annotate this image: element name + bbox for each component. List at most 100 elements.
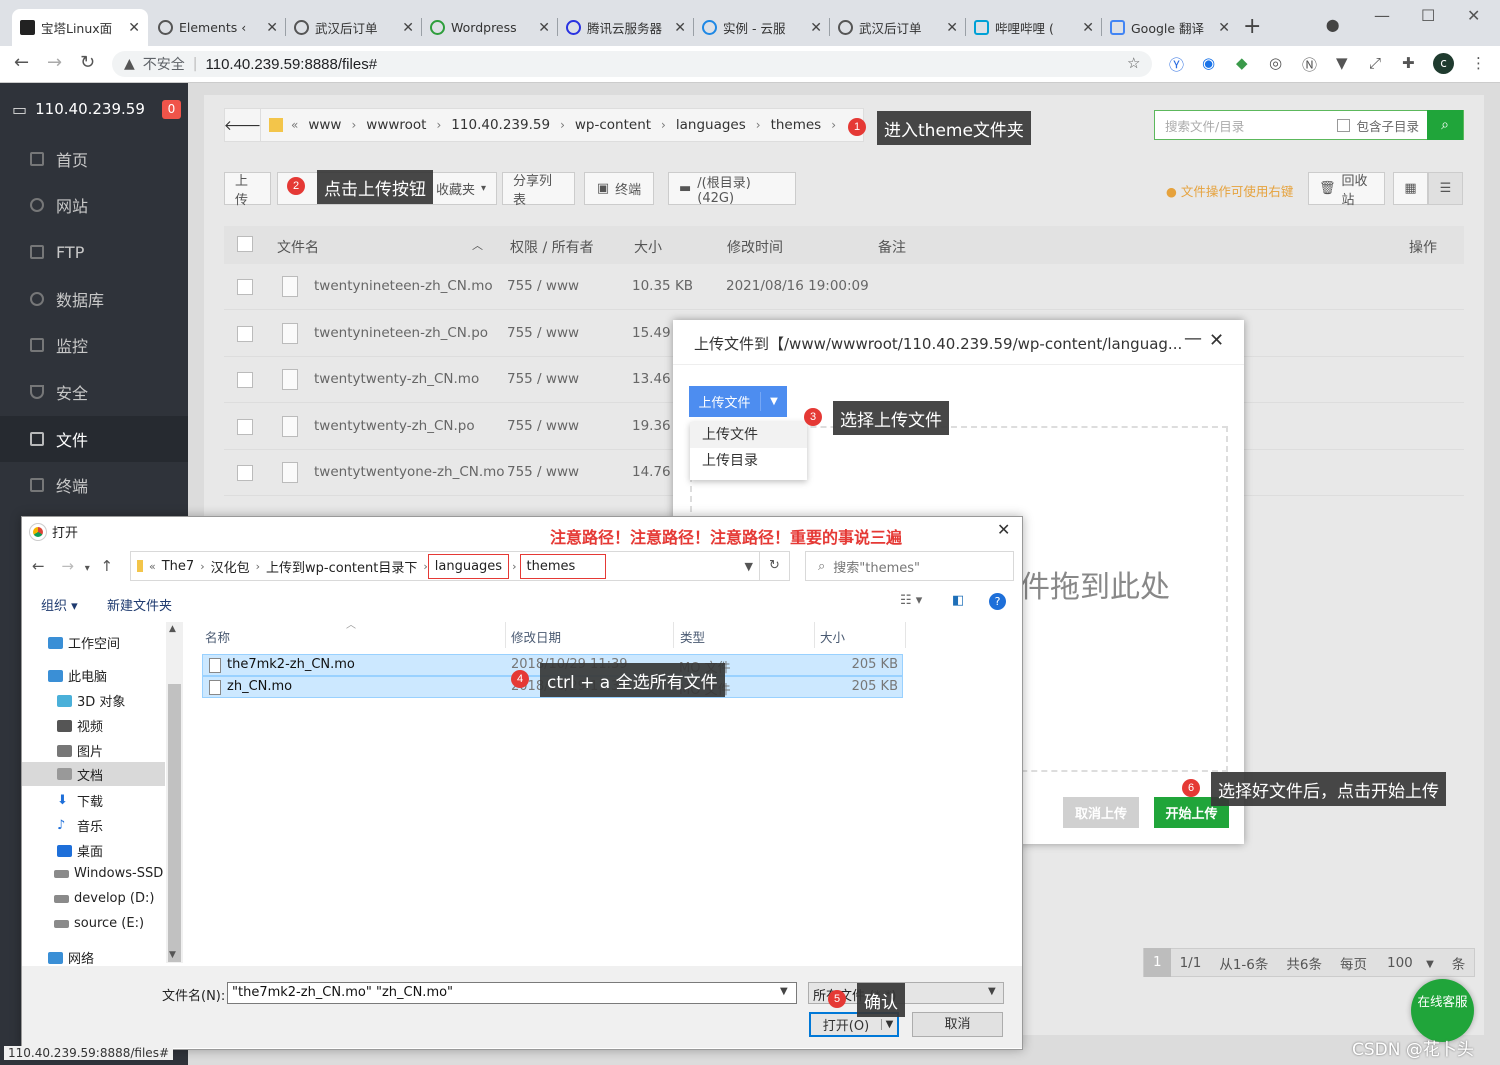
back-arrow-icon[interactable]: ← [32,557,45,575]
upload-file-button[interactable]: 上传文件 ▼ [689,386,787,417]
breadcrumb-segment[interactable]: languages [666,117,756,133]
column-date[interactable]: 修改日期 [511,627,561,646]
scroll-down-icon[interactable]: ▼ [169,950,176,960]
bookmark-star-icon[interactable]: ☆ [1127,54,1140,72]
row-checkbox[interactable] [237,279,253,295]
chevron-down-icon[interactable]: ▼ [988,986,996,997]
browser-tab[interactable]: 实例 - 云服 ✕ [694,9,830,46]
breadcrumb-segment[interactable]: themes [761,117,832,133]
address-bar[interactable]: ▲ 不安全 | 110.40.239.59:8888/files# [112,51,1152,77]
chevron-down-icon[interactable]: ▼ [761,396,787,407]
more-menu-icon[interactable]: ⋮ [1471,54,1486,72]
table-row[interactable]: twentynineteen-zh_CN.mo 755 / www 10.35 KB… [224,264,1464,310]
include-subdir-checkbox[interactable] [1337,118,1351,132]
up-arrow-icon[interactable]: ↑ [101,557,114,575]
double-chevron-left-icon[interactable]: « [291,118,298,132]
filename-input[interactable]: "the7mk2-zh_CN.mo" "zh_CN.mo" [227,982,797,1004]
extension-icon[interactable]: ◆ [1236,54,1248,72]
close-icon[interactable]: ✕ [128,20,140,36]
tree-item-drive-e[interactable]: source (E:) [54,916,144,931]
tree-item-music[interactable]: ♪ 音乐 [57,816,103,835]
current-page[interactable]: 1 [1144,948,1171,977]
sidebar-item-database[interactable]: 数据库 [0,276,188,322]
refresh-icon[interactable]: ↻ [759,552,789,580]
puzzle-icon[interactable]: ✚ [1402,54,1415,72]
close-icon[interactable]: ✕ [1209,330,1224,351]
chevron-down-icon[interactable]: ▼ [780,986,788,997]
path-segment-languages[interactable]: languages [427,553,510,579]
close-window-button[interactable]: ✕ [1467,6,1480,25]
close-icon[interactable]: ✕ [810,20,822,36]
close-icon[interactable]: ✕ [997,520,1010,539]
view-options-icon[interactable]: ☷ ▾ [900,593,922,608]
reload-icon[interactable]: ↻ [80,52,95,73]
column-name[interactable]: 文件名 [277,237,319,257]
minimize-window-button[interactable]: — [1374,6,1390,25]
extension-icon[interactable]: ◎ [1269,54,1282,72]
column-name[interactable]: 名称 [205,627,230,646]
select-all-checkbox[interactable] [237,236,253,252]
browser-tab[interactable]: Elements ‹ ✕ [150,9,286,46]
sidebar-item-terminal[interactable]: 终端 [0,462,188,508]
browser-tab[interactable]: Google 翻译 ✕ [1102,9,1238,46]
row-checkbox[interactable] [237,372,253,388]
dialog-search-input[interactable]: ⌕ 搜索"themes" [805,551,1014,581]
column-mtime[interactable]: 修改时间 [727,237,783,257]
search-input[interactable]: 搜索文件/目录 [1155,116,1337,135]
cancel-button[interactable]: 取消 [912,1012,1003,1037]
breadcrumb-segment[interactable]: www [298,117,351,133]
tree-item-network[interactable]: 网络 [48,948,94,967]
file-name[interactable]: twentytwentyone-zh_CN.mo [314,464,505,480]
extension-icon[interactable]: ⤢ [1369,54,1381,72]
breadcrumb-segment[interactable]: wp-content [565,117,661,133]
browser-tab[interactable]: 哔哩哔哩 ( ✕ [966,9,1102,46]
file-name[interactable]: twentynineteen-zh_CN.po [314,325,488,341]
list-view-button[interactable]: ☰ [1428,172,1463,205]
sidebar-item-files[interactable]: 文件 [0,416,188,462]
grid-view-button[interactable]: ▦ [1393,172,1428,205]
browser-tab[interactable]: 宝塔Linux面 ✕ [12,9,148,46]
tree-item-workspace[interactable]: 工作空间 [48,633,120,652]
terminal-button[interactable]: ▣ 终端 [584,172,654,205]
back-arrow-icon[interactable]: ← [14,52,29,73]
disk-button[interactable]: ▬ /(根目录) (42G) [668,172,796,206]
forward-arrow-icon[interactable]: → [47,52,62,73]
share-list-button[interactable]: 分享列表 [502,172,575,208]
tree-item-this-pc[interactable]: 此电脑 [48,666,107,685]
online-service-button[interactable]: 在线客服 [1411,979,1474,1042]
chevron-down-icon[interactable]: ▾ [85,563,90,574]
chevron-down-icon[interactable]: ▼ [881,1019,897,1030]
browser-tab[interactable]: Wordpress ✕ [422,9,558,46]
back-arrow-icon[interactable]: 🡐 [224,109,261,141]
tree-item-3d[interactable]: 3D 对象 [57,691,125,710]
notification-badge[interactable]: 0 [162,100,181,119]
browser-tab[interactable]: 武汉后订单 ✕ [286,9,422,46]
sidebar-item-home[interactable]: 首页 [0,136,188,182]
maximize-window-button[interactable]: ☐ [1421,6,1435,25]
close-icon[interactable]: ✕ [1218,20,1230,36]
close-icon[interactable]: ✕ [538,20,550,36]
column-perm[interactable]: 权限 / 所有者 [510,237,594,257]
menu-item-upload-file[interactable]: 上传文件 [690,422,807,448]
extension-icon[interactable]: ◉ [1202,54,1215,72]
close-icon[interactable]: ✕ [674,20,686,36]
minimize-icon[interactable]: — [1184,328,1202,349]
column-size[interactable]: 大小 [820,627,845,646]
per-page-select[interactable]: 100 ▼ [1369,955,1443,971]
tab-search-button[interactable]: ⬤ [1326,18,1339,32]
path-segment-themes[interactable]: themes [519,553,607,579]
close-icon[interactable]: ✕ [266,20,278,36]
sidebar-item-security[interactable]: 安全 [0,369,188,415]
sidebar-item-website[interactable]: 网站 [0,182,188,228]
tree-item-videos[interactable]: 视频 [57,716,103,735]
sidebar-item-ftp[interactable]: FTP [0,229,188,275]
chevron-down-icon[interactable]: ▼ [745,560,753,573]
close-icon[interactable]: ✕ [402,20,414,36]
browser-tab[interactable]: 腾讯云服务器 ✕ [558,9,694,46]
tree-item-downloads[interactable]: ⬇ 下载 [57,791,103,810]
breadcrumb-segment[interactable]: wwwroot [356,117,436,133]
path-segment[interactable]: 汉化包 [205,557,256,576]
help-icon[interactable]: ? [989,593,1006,610]
file-name[interactable]: twentynineteen-zh_CN.mo [314,278,493,294]
notion-icon[interactable]: Ⓝ [1302,54,1317,75]
